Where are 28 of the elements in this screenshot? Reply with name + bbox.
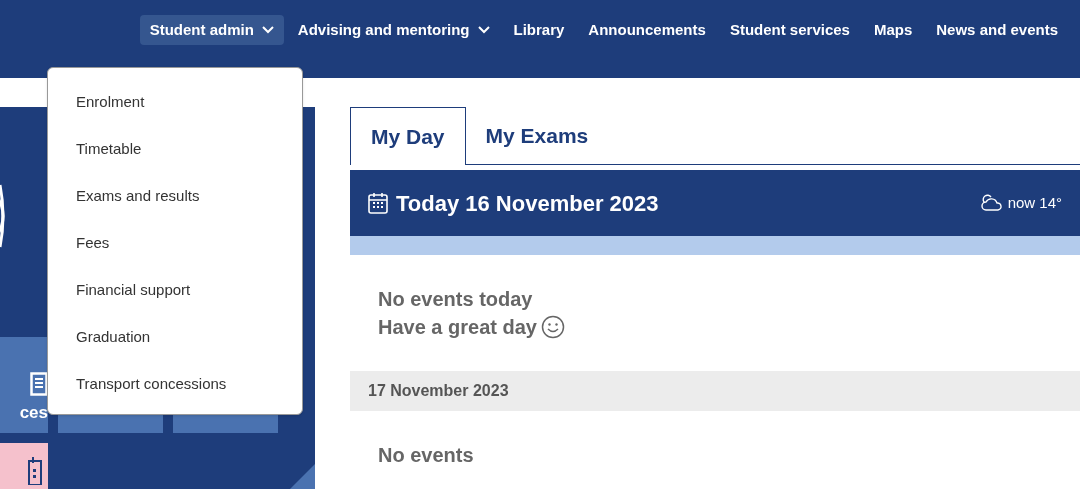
menu-item[interactable]: Enrolment (48, 82, 302, 129)
menu-item[interactable]: Transport concessions (48, 364, 302, 411)
service-tile[interactable]: ces (0, 337, 48, 433)
corner-decoration (290, 464, 315, 489)
calendar-tile[interactable] (0, 443, 48, 489)
calendar-icon (28, 455, 42, 485)
menu-item[interactable]: Financial support (48, 270, 302, 317)
calendar-icon (368, 192, 388, 214)
nav-link[interactable]: Student admin (139, 15, 284, 45)
nav-link[interactable]: Announcements (578, 15, 716, 45)
nav-link[interactable]: Maps (863, 15, 923, 45)
menu-item[interactable]: Fees (48, 223, 302, 270)
nav-link[interactable]: Student services (719, 15, 860, 45)
menu-item[interactable]: Graduation (48, 317, 302, 364)
nav-link[interactable]: Library (503, 15, 575, 45)
event-message: No events today (378, 287, 533, 312)
weather-reading: now 14° (1007, 192, 1062, 213)
event-message: Have a great day (378, 315, 537, 340)
cloud-icon (979, 193, 1004, 213)
menu-item[interactable]: Exams and results (48, 176, 302, 223)
nav-link[interactable]: News and events (926, 15, 1068, 45)
event-message: No events (378, 443, 474, 468)
tab[interactable]: My Day (350, 107, 466, 165)
nav-link[interactable]: Advising and mentoring (287, 15, 500, 45)
day-heading: 17 November 2023 (350, 371, 1080, 411)
menu-item[interactable]: Timetable (48, 129, 302, 176)
date-title: Today 16 November 2023 (396, 189, 659, 218)
tab[interactable]: My Exams (465, 107, 609, 164)
